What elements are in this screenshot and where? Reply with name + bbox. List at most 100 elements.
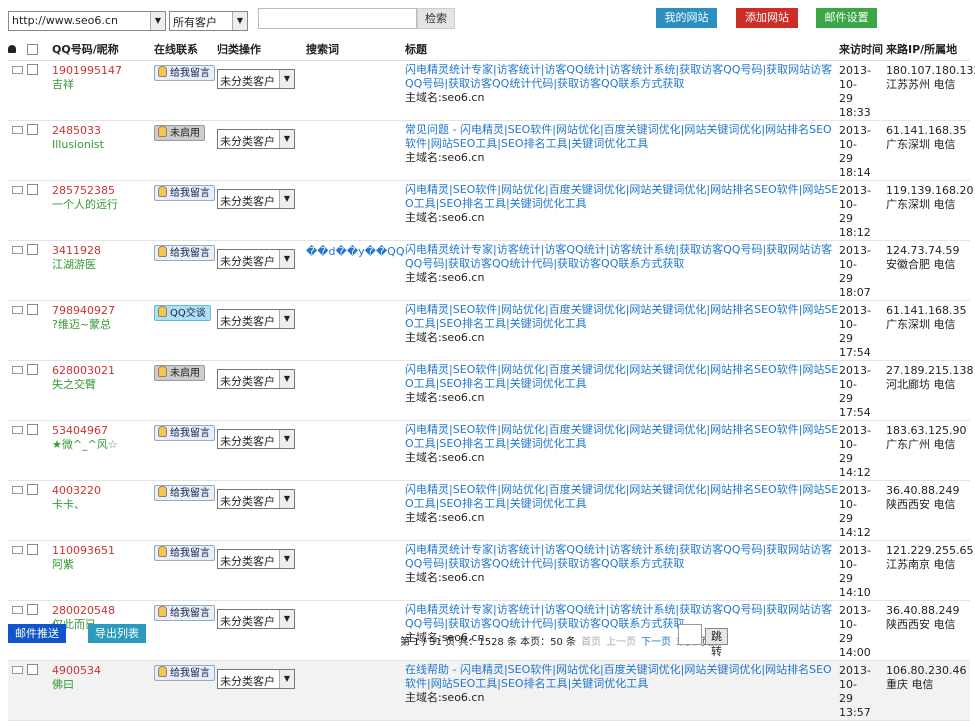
search-keyword[interactable] [306,361,405,365]
page-title-link[interactable]: 闪电精灵统计专家|访客统计|访客QQ统计|访客统计系统|获取访客QQ号码|获取网… [405,241,839,271]
contact-button[interactable]: 给我留言 [154,425,215,441]
envelope-icon[interactable] [12,126,23,134]
qq-number[interactable]: 4900534 [52,661,154,678]
page-title-link[interactable]: 闪电精灵统计专家|访客统计|访客QQ统计|访客统计系统|获取访客QQ号码|获取网… [405,601,839,631]
row-checkbox[interactable] [27,424,38,435]
category-select[interactable]: 未分类客户 ▼ [217,309,295,329]
row-checkbox[interactable] [27,664,38,675]
contact-button[interactable]: 给我留言 [154,65,215,81]
add-site-button[interactable]: 添加网站 [736,8,798,28]
page-title-link[interactable]: 闪电精灵|SEO软件|网站优化|百度关键词优化|网站关键词优化|网站排名SEO软… [405,421,839,451]
search-keyword[interactable] [306,61,405,65]
envelope-icon[interactable] [12,186,23,194]
category-select[interactable]: 未分类客户 ▼ [217,249,295,269]
page-title-link[interactable]: 闪电精灵统计专家|访客统计|访客QQ统计|访客统计系统|获取访客QQ号码|获取网… [405,541,839,571]
mail-settings-button[interactable]: 邮件设置 [816,8,877,28]
next-page-link[interactable]: 下一页 [641,637,671,648]
visit-date: 2013-10- [839,184,871,211]
qq-number[interactable]: 3411928 [52,241,154,258]
row-checkbox[interactable] [27,64,38,75]
page-title-link[interactable]: 闪电精灵|SEO软件|网站优化|百度关键词优化|网站关键词优化|网站排名SEO软… [405,361,839,391]
contact-button[interactable]: QQ交谈 [154,305,211,321]
row-checkbox[interactable] [27,364,38,375]
site-select[interactable]: http://www.seo6.cn ▼ [8,11,166,31]
row-checkbox[interactable] [27,484,38,495]
page-title-link[interactable]: 闪电精灵|SEO软件|网站优化|百度关键词优化|网站关键词优化|网站排名SEO软… [405,301,839,331]
contact-button[interactable]: 未启用 [154,125,205,141]
search-button[interactable]: 检索 [417,8,455,29]
category-select[interactable]: 未分类客户 ▼ [217,549,295,569]
select-all-checkbox[interactable] [27,43,38,55]
envelope-icon[interactable] [12,366,23,374]
customer-select[interactable]: 所有客户 ▼ [169,11,248,31]
keyword-cell [306,540,405,601]
envelope-icon[interactable] [12,246,23,254]
page-title-link[interactable]: 常见问题 - 闪电精灵|SEO软件|网站优化|百度关键词优化|网站关键词优化|网… [405,121,839,151]
page-number-input[interactable] [678,624,702,645]
search-keyword[interactable] [306,421,405,425]
contact-button[interactable]: 未启用 [154,365,205,381]
qq-number[interactable]: 285752385 [52,181,154,198]
contact-button[interactable]: 给我留言 [154,245,215,261]
search-keyword[interactable]: ��d��y��QQ���� [306,241,405,258]
category-select[interactable]: 未分类客户 ▼ [217,189,295,209]
qq-number[interactable]: 2485033 [52,121,154,138]
keyword-input[interactable] [258,8,417,29]
row-checkbox[interactable] [27,304,38,315]
row-checkbox[interactable] [27,184,38,195]
category-select[interactable]: 未分类客户 ▼ [217,129,295,149]
search-keyword[interactable] [306,541,405,545]
envelope-icon[interactable] [12,486,23,494]
envelope-icon[interactable] [12,666,23,674]
jump-button[interactable]: 跳转 [705,628,728,658]
my-sites-button[interactable]: 我的网站 [656,8,717,28]
envelope-icon[interactable] [12,306,23,314]
table-row: 3411928江湖游医 给我留言未分类客户 ▼ ��d��y��QQ����闪电精灵统… [8,240,970,301]
category-select[interactable]: 未分类客户 ▼ [217,369,295,389]
category-select[interactable]: 未分类客户 ▼ [217,669,295,689]
page-title-link[interactable]: 闪电精灵统计专家|访客统计|访客QQ统计|访客统计系统|获取访客QQ号码|获取网… [405,61,839,91]
contact-button[interactable]: 给我留言 [154,485,215,501]
row-checkbox[interactable] [27,544,38,555]
row-checkbox[interactable] [27,604,38,615]
contact-button[interactable]: 给我留言 [154,665,215,681]
qq-number[interactable]: 280020548 [52,601,154,618]
envelope-icon[interactable] [12,606,23,614]
qq-number[interactable]: 110093651 [52,541,154,558]
category-select[interactable]: 未分类客户 ▼ [217,489,295,509]
chevron-down-icon: ▼ [279,250,294,268]
search-keyword[interactable] [306,301,405,305]
contact-button[interactable]: 给我留言 [154,185,215,201]
qq-number[interactable]: 53404967 [52,421,154,438]
qq-number[interactable]: 4003220 [52,481,154,498]
row-checkbox[interactable] [27,124,38,135]
contact-button[interactable]: 给我留言 [154,605,215,621]
category-select[interactable]: 未分类客户 ▼ [217,69,295,89]
category-value: 未分类客户 [220,195,275,208]
search-keyword[interactable] [306,601,405,605]
category-select[interactable]: 未分类客户 ▼ [217,609,295,629]
prev-page-link[interactable]: 上一页 [606,637,636,648]
mail-push-button[interactable]: 邮件推送 [8,624,66,643]
search-keyword[interactable] [306,661,405,665]
export-button[interactable]: 导出列表 [88,624,146,643]
ip-location: 江苏苏州 电信 [886,78,956,91]
contact-cell: 未启用 [154,360,217,421]
row-checkbox[interactable] [27,244,38,255]
category-value: 未分类客户 [220,135,275,148]
qq-number[interactable]: 798940927 [52,301,154,318]
category-select[interactable]: 未分类客户 ▼ [217,429,295,449]
first-page-link[interactable]: 首页 [581,637,601,648]
page-title-link[interactable]: 闪电精灵|SEO软件|网站优化|百度关键词优化|网站关键词优化|网站排名SEO软… [405,481,839,511]
envelope-icon[interactable] [12,66,23,74]
search-keyword[interactable] [306,481,405,485]
envelope-icon[interactable] [12,546,23,554]
qq-number[interactable]: 1901995147 [52,61,154,78]
qq-number[interactable]: 628003021 [52,361,154,378]
search-keyword[interactable] [306,181,405,185]
contact-button[interactable]: 给我留言 [154,545,215,561]
page-title-link[interactable]: 在线帮助 - 闪电精灵|SEO软件|网站优化|百度关键词优化|网站关键词优化|网… [405,661,839,691]
envelope-icon[interactable] [12,426,23,434]
search-keyword[interactable] [306,121,405,125]
page-title-link[interactable]: 闪电精灵|SEO软件|网站优化|百度关键词优化|网站关键词优化|网站排名SEO软… [405,181,839,211]
